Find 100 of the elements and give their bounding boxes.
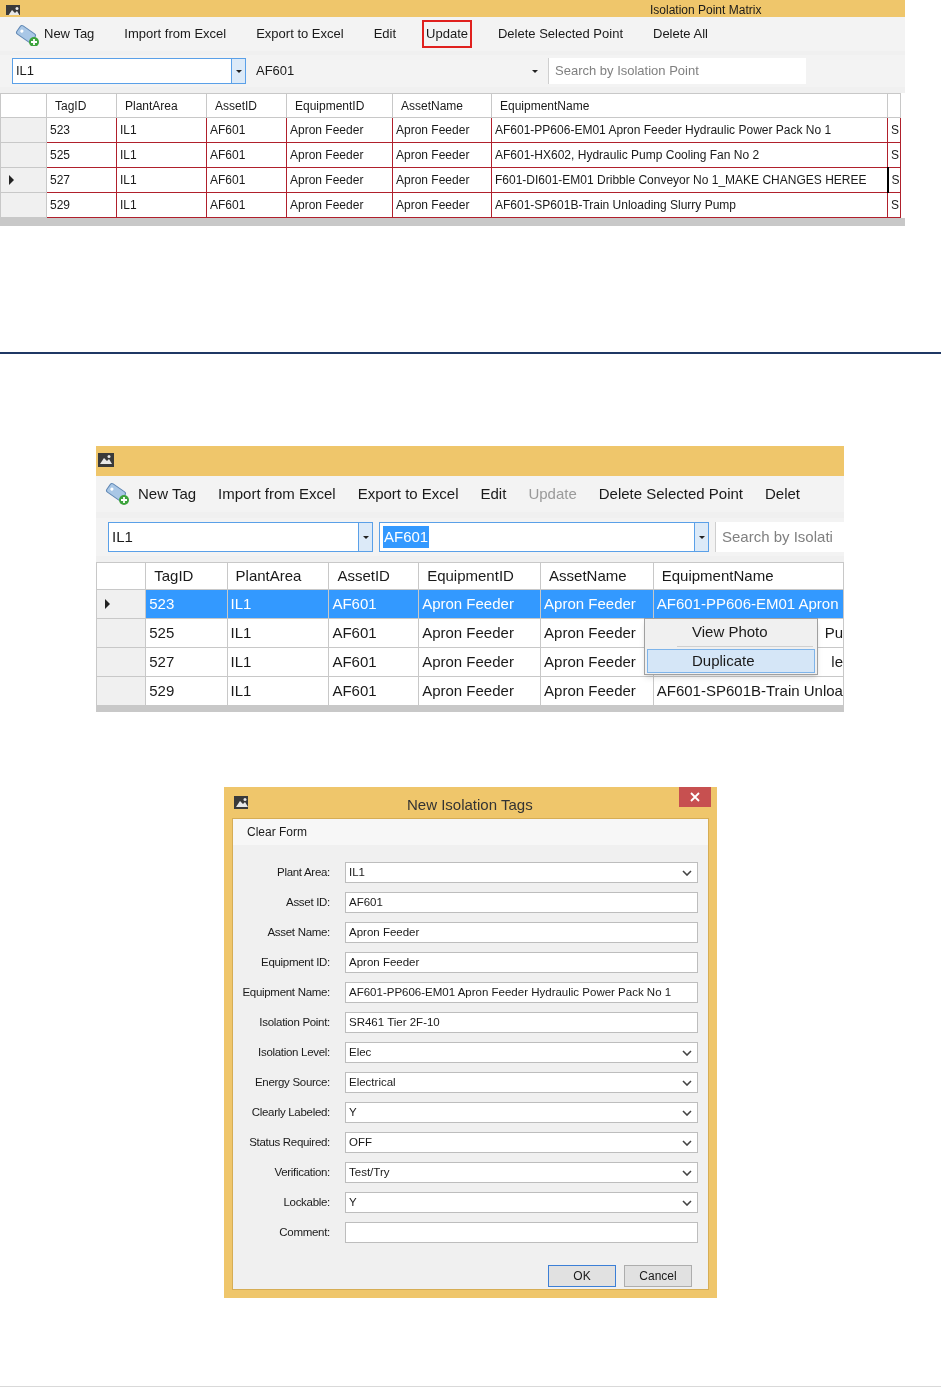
chevron-down-icon [682, 1049, 692, 1056]
search-field[interactable]: Search by Isolation Point [548, 58, 806, 84]
column-header[interactable]: TagID [46, 93, 117, 118]
row-header[interactable] [96, 618, 146, 648]
column-header[interactable]: TagID [145, 562, 228, 590]
row-header[interactable] [96, 589, 146, 619]
column-header[interactable]: EquipmentID [418, 562, 541, 590]
chevron-down-icon [682, 1109, 692, 1116]
table-cell: AF601-HX602, Hydraulic Pump Cooling Fan No 2 [491, 142, 888, 168]
table-cell: AF601 [328, 647, 419, 677]
table-cell: 527 [145, 647, 228, 677]
toolbar-button[interactable]: Export to Excel [252, 20, 348, 48]
column-header[interactable]: EquipmentID [286, 93, 393, 118]
toolbar-button[interactable]: Import from Excel [120, 20, 231, 48]
row-pointer-icon [9, 175, 14, 185]
table-cell: IL1 [116, 142, 207, 168]
dropdown-field[interactable]: OFF [345, 1132, 698, 1153]
toolbar-button[interactable]: New Tag [10, 18, 99, 50]
input-field[interactable] [345, 1222, 698, 1243]
table-cell: 529 [46, 192, 117, 218]
toolbar-button[interactable]: Edit [476, 478, 511, 510]
input-field[interactable]: Apron Feeder [345, 922, 698, 943]
table-cell: Apron Feeder [392, 142, 492, 168]
toolbar-button[interactable]: Update [422, 20, 472, 48]
column-header[interactable]: AssetName [392, 93, 492, 118]
table-cell: Apron Feeder [540, 589, 654, 619]
field-label: Asset Name: [266, 924, 330, 940]
column-header[interactable]: AssetID [206, 93, 287, 118]
table-cell: AF601 [206, 192, 287, 218]
table-cell: S [887, 167, 900, 193]
field-label: Isolation Level: [257, 1044, 330, 1060]
column-header[interactable]: EquipmentName [653, 562, 844, 590]
dropdown-field[interactable]: Y [345, 1192, 698, 1213]
table-cell: AF601 [206, 117, 287, 143]
chevron-down-icon [682, 1169, 692, 1176]
row-pointer-icon [105, 599, 110, 609]
dropdown-field[interactable]: Y [345, 1102, 698, 1123]
table-cell: S [887, 192, 900, 218]
close-button[interactable] [679, 787, 711, 807]
chevron-down-icon [682, 1139, 692, 1146]
toolbar-button[interactable]: New Tag [100, 476, 201, 512]
input-field[interactable]: AF601 [345, 892, 698, 913]
dropdown-field[interactable]: IL1 [345, 862, 698, 883]
row-header[interactable] [0, 167, 47, 193]
dropdown-field[interactable]: Test/Try [345, 1162, 698, 1183]
dialog-title: New Isolation Tags [407, 795, 533, 815]
table-cell: AF601-PP606-EM01 Apron Feeder Hydraulic Power Pack No 1 [491, 117, 888, 143]
menu-item[interactable]: Clear Form [247, 823, 307, 841]
dropdown-field[interactable]: Electrical [345, 1072, 698, 1093]
row-header[interactable] [96, 647, 146, 677]
column-header[interactable]: EquipmentName [491, 93, 888, 118]
field-label: Asset ID: [285, 894, 330, 910]
toolbar-button[interactable]: Export to Excel [353, 478, 463, 510]
table-cell: 529 [145, 676, 228, 706]
row-header[interactable] [0, 117, 47, 143]
dialog-button[interactable]: Cancel [624, 1265, 692, 1287]
table-cell: Apron Feeder [418, 618, 541, 648]
chevron-down-icon [682, 1199, 692, 1206]
table-cell: Apron Feeder [392, 192, 492, 218]
toolbar-button[interactable]: Delete All [649, 20, 712, 48]
table-cell: Apron Feeder [418, 589, 541, 619]
input-field[interactable]: Apron Feeder [345, 952, 698, 973]
search-field[interactable]: Search by Isolati [715, 522, 844, 552]
column-header[interactable]: PlantArea [116, 93, 207, 118]
field-label: Energy Source: [253, 1074, 330, 1090]
field-label: Verification: [273, 1164, 330, 1180]
table-cell: Apron Feeder [286, 142, 393, 168]
table-cell: IL1 [227, 647, 329, 677]
row-header[interactable] [0, 192, 47, 218]
table-cell: IL1 [227, 618, 329, 648]
field-label: Isolation Point: [258, 1014, 330, 1030]
field-label: Clearly Labeled: [250, 1104, 330, 1120]
table-cell: AF601 [206, 142, 287, 168]
toolbar-button[interactable]: Delete Selected Point [594, 478, 747, 510]
table-cell: Apron Feeder [286, 167, 393, 193]
table-cell: 525 [145, 618, 228, 648]
toolbar-button[interactable]: Import from Excel [214, 478, 340, 510]
table-cell: F601-DI601-EM01 Dribble Conveyor No 1_MAKE CHANGES HEREE [491, 167, 888, 193]
chevron-down-icon [682, 869, 692, 876]
dropdown-field[interactable]: Elec [345, 1042, 698, 1063]
table-cell: Apron Feeder [418, 647, 541, 677]
table-cell: 527 [46, 167, 117, 193]
toolbar-button[interactable]: Edit [369, 20, 401, 48]
table-cell: Apron Feeder [392, 167, 492, 193]
dialog-button[interactable]: OK [548, 1265, 616, 1287]
row-header[interactable] [96, 676, 146, 706]
plant-area-combo[interactable]: IL1 [108, 522, 373, 552]
toolbar-button[interactable]: Delet [761, 478, 805, 510]
column-header[interactable]: PlantArea [227, 562, 329, 590]
input-field[interactable]: AF601-PP606-EM01 Apron Feeder Hydraulic Power Pack No 1 [345, 982, 698, 1003]
row-header[interactable] [0, 142, 47, 168]
column-header[interactable]: AssetID [328, 562, 419, 590]
field-label: Status Required: [248, 1134, 330, 1150]
toolbar-button[interactable]: Delete Selected Point [493, 20, 627, 48]
input-field[interactable]: SR461 Tier 2F-10 [345, 1012, 698, 1033]
menu-item[interactable]: Duplicate [647, 649, 815, 673]
plant-area-combo[interactable]: IL1 [12, 58, 246, 84]
table-cell: Apron Feeder [418, 676, 541, 706]
column-header[interactable]: AssetName [540, 562, 654, 590]
table-cell: Apron Feeder [540, 676, 654, 706]
